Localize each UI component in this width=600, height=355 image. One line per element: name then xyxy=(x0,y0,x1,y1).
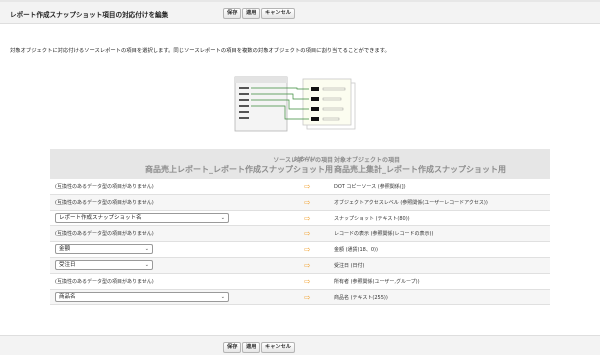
table-row: (互換性のあるデータ型の項目がありません) ⇨ レコードの表示 (参照関係(レコ… xyxy=(50,226,550,243)
table-row: (互換性のあるデータ型の項目がありません) ⇨ オブジェクトアクセスレベル (参… xyxy=(50,194,550,211)
select-value: レポート作成スナップショット名 xyxy=(59,214,142,221)
save-button[interactable]: 保存 xyxy=(223,8,242,19)
cancel-button[interactable]: キャンセル xyxy=(261,8,295,19)
target-field-text: DOT コピーソース (参照関係(]) xyxy=(334,184,406,190)
chevron-down-icon: ⌄ xyxy=(220,293,225,300)
table-header: ソースレポートの項目 商品売上レポート_レポート作成スナップショット用 対応付け… xyxy=(50,149,550,179)
source-field-text: (互換性のあるデータ型の項目がありません) xyxy=(55,278,154,285)
page-title: レポート作成スナップショット項目の対応付けを編集 xyxy=(10,11,169,19)
source-field-select[interactable]: 商品名 ⌄ xyxy=(55,291,229,302)
arrow-right-icon: ⇨ xyxy=(304,229,311,239)
target-field-text: オブジェクトアクセスレベル (参照関係(ユーザーレコードアクセス)) xyxy=(334,199,488,206)
table-row: (互換性のあるデータ型の項目がありません) ⇨ DOT コピーソース (参照関係… xyxy=(50,179,550,195)
description-text: 対象オブジェクトに対応付けるソースレポートの項目を選択します。同じソースレポート… xyxy=(10,48,390,54)
arrow-right-icon: ⇨ xyxy=(304,276,311,286)
footer-bar: 保存 適用 キャンセル xyxy=(0,335,600,355)
field-mapping-table: ソースレポートの項目 商品売上レポート_レポート作成スナップショット用 対応付け… xyxy=(50,149,550,306)
target-field-text: スナップショット (テキスト(80)) xyxy=(334,215,410,222)
target-field-text: 受注日 (日付) xyxy=(334,262,365,269)
select-value: 受注日 xyxy=(59,261,76,268)
apply-button[interactable]: 適用 xyxy=(242,8,261,19)
table-row: (互換性のあるデータ型の項目がありません) ⇨ 所有者 (参照関係(ユーザー,グ… xyxy=(50,274,550,290)
table-row: 受注日 ⌄ ⇨ 受注日 (日付) xyxy=(50,257,550,274)
select-value: 商品名 xyxy=(59,293,76,300)
arrow-right-icon: ⇨ xyxy=(304,260,311,270)
target-column-header: 対象オブジェクトの項目 xyxy=(334,157,401,164)
source-field-text: (互換性のあるデータ型の項目がありません) xyxy=(55,184,154,190)
target-object-title: 商品売上集計_レポート作成スナップショット用 xyxy=(334,165,506,174)
mapping-column-header: 対応付け xyxy=(293,157,316,163)
footer-save-button[interactable]: 保存 xyxy=(223,342,242,353)
source-field-text: (互換性のあるデータ型の項目がありません) xyxy=(55,199,154,206)
footer-cancel-button[interactable]: キャンセル xyxy=(261,342,295,353)
target-field-text: 商品名 (テキスト(255)) xyxy=(334,294,388,301)
table-row: レポート作成スナップショット名 ⌄ ⇨ スナップショット (テキスト(80)) xyxy=(50,211,550,227)
table-row: 商品名 ⌄ ⇨ 商品名 (テキスト(255)) xyxy=(50,289,550,306)
arrow-right-icon: ⇨ xyxy=(304,197,311,207)
target-field-text: レコードの表示 (参照関係(レコードの表示)) xyxy=(334,231,434,238)
footer-apply-button[interactable]: 適用 xyxy=(242,342,261,353)
target-field-text: 所有者 (参照関係(ユーザー,グループ)) xyxy=(334,278,420,285)
chevron-down-icon: ⌄ xyxy=(144,246,149,253)
chevron-down-icon: ⌄ xyxy=(220,214,225,221)
arrow-right-icon: ⇨ xyxy=(304,182,311,191)
source-field-select[interactable]: 金額 ⌄ xyxy=(55,244,153,255)
target-field-text: 金額 (通貨(18、0)) xyxy=(334,247,378,254)
field-mapping-illustration-icon xyxy=(234,76,356,132)
select-value: 金額 xyxy=(59,246,71,253)
source-field-text: (互換性のあるデータ型の項目がありません) xyxy=(55,231,154,238)
arrow-right-icon: ⇨ xyxy=(304,213,311,223)
table-row: 金額 ⌄ ⇨ 金額 (通貨(18、0)) xyxy=(50,242,550,258)
header-bar: レポート作成スナップショット項目の対応付けを編集 保存 適用 キャンセル xyxy=(0,2,600,24)
arrow-right-icon: ⇨ xyxy=(304,292,311,302)
page: レポート作成スナップショット項目の対応付けを編集 保存 適用 キャンセル 対象オ… xyxy=(0,0,600,355)
chevron-down-icon: ⌄ xyxy=(144,261,149,268)
source-field-select[interactable]: 受注日 ⌄ xyxy=(55,259,153,270)
arrow-right-icon: ⇨ xyxy=(304,245,311,255)
source-field-select[interactable]: レポート作成スナップショット名 ⌄ xyxy=(55,212,229,223)
source-report-title: 商品売上レポート_レポート作成スナップショット用 xyxy=(145,165,333,174)
